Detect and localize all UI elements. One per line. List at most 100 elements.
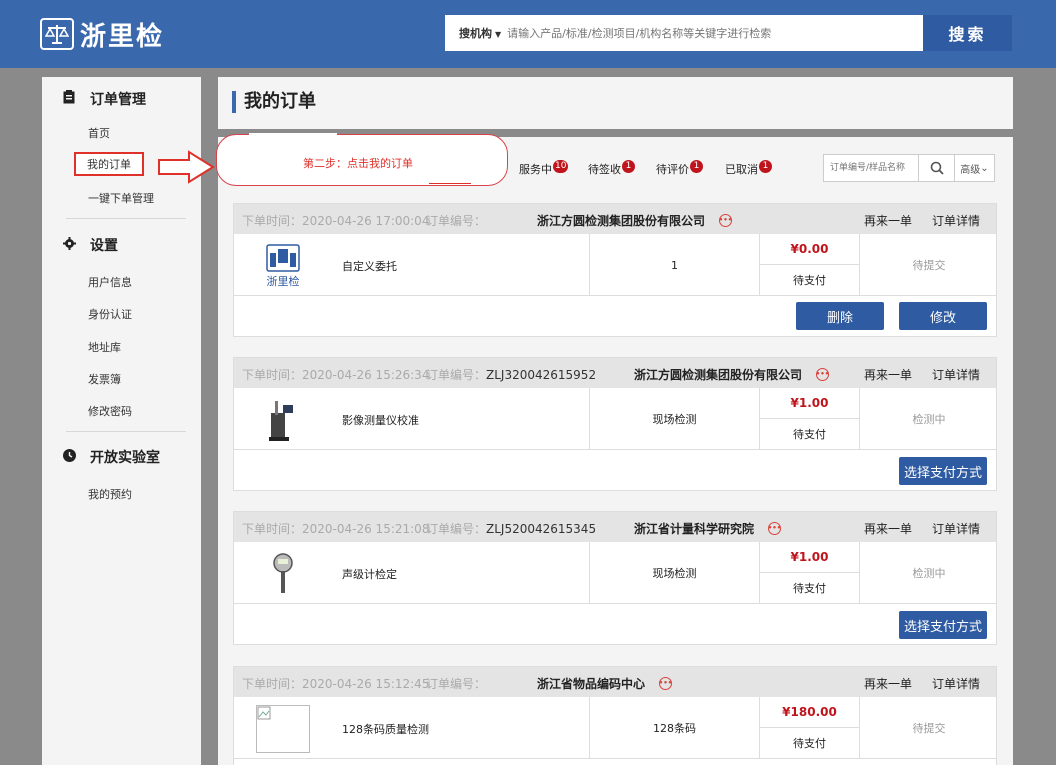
order-detail-link[interactable]: 订单详情 [932,675,980,692]
reorder-link[interactable]: 再来一单 [864,212,912,229]
order-header: 下单时间：2020-04-26 15:12:45 订单编号： 浙江省物品编码中心… [234,667,996,697]
chevron-down-icon: ⌄ [980,162,989,174]
chat-icon[interactable]: ••• [659,677,672,690]
sidebar-item-change-password[interactable]: 修改密码 [88,403,132,419]
company-name[interactable]: 浙江方圆检测集团股份有限公司 ••• [537,212,732,229]
price-cell: ¥1.00 待支付 [759,388,859,450]
delete-button[interactable]: 删除 [796,302,884,330]
edit-button[interactable]: 修改 [899,302,987,330]
search-scope-label: 搜机构 [459,27,492,40]
tab-cancelled[interactable]: 已取消 1 [725,160,772,178]
site-logo[interactable]: 浙里检 [40,16,164,52]
sidebar-divider [66,431,186,432]
sidebar-item-user-info[interactable]: 用户信息 [88,274,132,290]
sound-level-meter-icon [273,553,293,593]
sidebar-item-quick-order[interactable]: 一键下单管理 [88,190,154,206]
order-number: 订单编号： [426,675,486,692]
order-actions: 选择支付方式 [234,450,996,490]
pay-status: 待支付 [793,274,826,287]
sidebar-section-lab: 开放实验室 [42,447,201,467]
advanced-label: 高级 [960,164,981,176]
chat-icon[interactable]: ••• [768,522,781,535]
order-detail-link[interactable]: 订单详情 [932,520,980,537]
sidebar-heading-orders: 订单管理 [42,89,201,109]
order-body: 128条码质量检测 128条码 ¥180.00 待支付 待提交 [234,697,996,759]
logo-text: 浙里检 [80,21,165,52]
order-number: 订单编号：ZLJ320042615952 [426,366,596,383]
sidebar-divider [66,218,186,219]
sidebar-item-home[interactable]: 首页 [88,125,110,141]
reorder-link[interactable]: 再来一单 [864,366,912,383]
sidebar-heading-lab: 开放实验室 [42,447,201,467]
company-label: 浙江方圆检测集团股份有限公司 [634,368,803,382]
reorder-link[interactable]: 再来一单 [864,675,912,692]
order-number: 订单编号： [426,212,486,229]
order-body: 声级计检定 现场检测 ¥1.00 待支付 检测中 [234,542,996,604]
sidebar-item-identity[interactable]: 身份认证 [88,306,132,322]
order-time: 下单时间：2020-04-26 15:21:08 [242,522,430,536]
clock-icon [62,448,76,466]
company-name[interactable]: 浙江方圆检测集团股份有限公司 ••• [634,366,829,383]
company-name[interactable]: 浙江省计量科学研究院 ••• [634,520,781,537]
order-actions: 删除 修改 [234,296,996,336]
search-icon[interactable] [918,155,954,181]
product-name[interactable]: 影像测量仪校准 [342,412,419,428]
price-cell: ¥1.00 待支付 [759,542,859,604]
sidebar-item-my-appointments[interactable]: 我的预约 [88,486,132,502]
order-status: 检测中 [859,388,998,450]
choose-payment-button[interactable]: 选择支付方式 [899,611,987,639]
scales-icon [40,18,74,50]
sidebar-heading-label: 订单管理 [90,92,146,108]
choose-payment-button[interactable]: 选择支付方式 [899,457,987,485]
sidebar-item-invoices[interactable]: 发票簿 [88,371,121,387]
order-detail-link[interactable]: 订单详情 [932,366,980,383]
chat-icon[interactable]: ••• [719,214,732,227]
pay-status: 待支付 [793,428,826,441]
order-number-value: ZLJ520042615345 [486,522,597,536]
chat-icon[interactable]: ••• [816,368,829,381]
order-actions: 选择支付方式 [234,604,996,644]
order-status: 待提交 [859,697,998,759]
reorder-link[interactable]: 再来一单 [864,520,912,537]
tab-to-receive[interactable]: 待签收 1 [588,160,635,178]
advanced-filter-button[interactable]: 高级 ⌄ [954,155,994,181]
price-cell: ¥0.00 待支付 [759,234,859,296]
order-detail-link[interactable]: 订单详情 [932,212,980,229]
tab-label: 待签收 [588,163,621,176]
order-number: 订单编号：ZLJ520042615345 [426,520,596,537]
company-name[interactable]: 浙江省物品编码中心 ••• [537,675,672,692]
product-image [256,550,310,598]
search-input[interactable] [507,26,923,40]
tab-label: 待评价 [656,163,689,176]
pay-status: 待支付 [793,737,826,750]
quantity: 现场检测 [589,388,759,450]
broken-image-icon [256,705,310,753]
callout-text: 第二步：点击我的订单 [303,157,413,170]
logo-caption: 浙里检 [267,274,300,288]
order-time: 下单时间：2020-04-26 17:00:04 [242,214,430,228]
tab-in-service[interactable]: 服务中 10 [519,160,569,178]
order-card: 下单时间：2020-04-26 15:26:34 订单编号：ZLJ3200426… [233,357,997,491]
order-header: 下单时间：2020-04-26 17:00:04 订单编号： 浙江方圆检测集团股… [234,204,996,234]
price-cell: ¥180.00 待支付 [759,697,859,759]
top-header: 浙里检 搜机构▼ 搜索 [0,0,1056,68]
callout-decoration [429,183,471,184]
product-name[interactable]: 128条码质量检测 [342,721,429,737]
order-time: 下单时间：2020-04-26 15:12:45 [242,677,430,691]
tab-to-review[interactable]: 待评价 1 [656,160,703,178]
product-name[interactable]: 声级计检定 [342,566,397,582]
sidebar-item-address-book[interactable]: 地址库 [88,339,121,355]
order-body: 浙里检 自定义委托 1 ¥0.00 待支付 待提交 [234,234,996,296]
search-button[interactable]: 搜索 [923,15,1012,51]
order-number-label: 订单编号： [426,214,487,228]
zhelijian-logo-icon: 浙里检 [266,244,300,288]
sidebar-item-my-orders[interactable]: 我的订单 [74,152,144,176]
product-name[interactable]: 自定义委托 [342,258,397,274]
count-badge: 1 [690,160,703,173]
order-header: 下单时间：2020-04-26 15:21:08 订单编号：ZLJ5200426… [234,512,996,542]
quantity: 现场检测 [589,542,759,604]
order-search-input[interactable] [824,155,918,181]
measuring-machine-icon [269,401,293,441]
price: ¥1.00 [760,542,859,573]
search-scope-select[interactable]: 搜机构 ▼ [445,25,507,41]
